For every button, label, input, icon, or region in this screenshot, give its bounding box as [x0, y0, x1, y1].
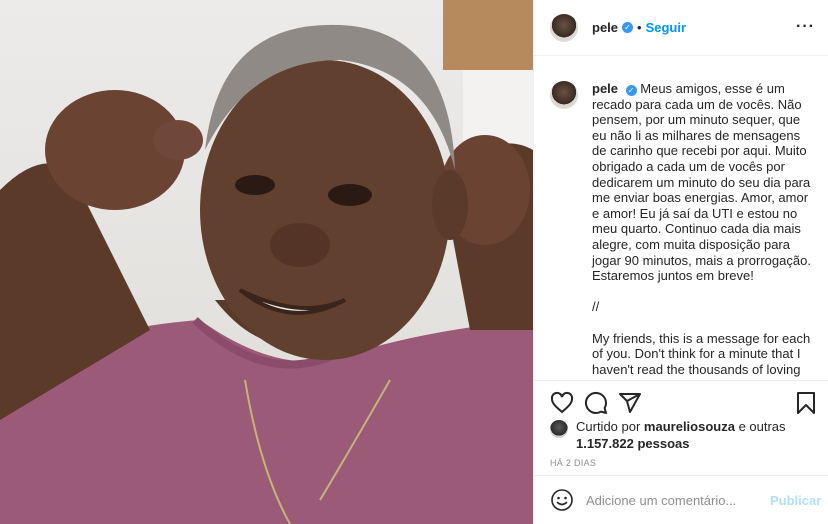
likes-count[interactable]: 1.157.822 [576, 436, 634, 451]
post-photo[interactable] [0, 0, 533, 524]
author-username[interactable]: pele [592, 20, 618, 35]
verified-badge-icon: ✓ [625, 85, 637, 96]
comment-icon[interactable] [584, 391, 608, 415]
caption-divider: // [592, 299, 600, 315]
bookmark-icon[interactable] [794, 391, 818, 415]
likes-middle: e outras [734, 419, 786, 434]
follow-button[interactable]: Seguir [646, 20, 686, 35]
more-options-icon[interactable]: ··· [796, 18, 815, 36]
likes-prefix: Curtido por [576, 419, 644, 434]
caption-username[interactable]: pele [592, 81, 618, 96]
caption-english: My friends, this is a message for each o… [592, 330, 811, 377]
caption-row: pele ✓ Meus amigos, esse é um recado par… [550, 81, 813, 379]
post-header: pele ✓ • Seguir ··· [534, 0, 828, 56]
caption-paragraph: pele ✓ Meus amigos, esse é um recado par… [592, 81, 813, 284]
liker-avatar[interactable] [550, 420, 568, 438]
photo-illustration [0, 24, 533, 524]
caption-avatar[interactable] [550, 81, 578, 109]
likes-text: Curtido por maureliosouza e outras 1.157… [576, 418, 820, 452]
heart-icon[interactable] [550, 391, 574, 415]
likes-suffix[interactable]: pessoas [634, 436, 689, 451]
author-avatar[interactable] [550, 13, 578, 42]
emoji-icon[interactable] [550, 488, 574, 512]
caption-text: pele ✓ Meus amigos, esse é um recado par… [592, 81, 813, 379]
add-comment-bar: Publicar [534, 475, 828, 524]
post-side-panel: pele ✓ • Seguir ··· pele ✓ Meus amigos, … [533, 0, 828, 524]
caption-body: Meus amigos, esse é um recado para cada … [592, 81, 811, 284]
liker-username[interactable]: maureliosouza [644, 419, 735, 434]
publish-button[interactable]: Publicar [770, 493, 821, 508]
likes-summary: Curtido por maureliosouza e outras 1.157… [550, 418, 820, 452]
share-icon[interactable] [618, 391, 642, 415]
verified-badge-icon: ✓ [622, 22, 634, 33]
comments-area[interactable]: pele ✓ Meus amigos, esse é um recado par… [534, 57, 828, 379]
comment-input[interactable] [586, 492, 762, 508]
header-separator: • [637, 20, 642, 35]
post-date[interactable]: HÁ 2 DIAS [550, 458, 596, 468]
